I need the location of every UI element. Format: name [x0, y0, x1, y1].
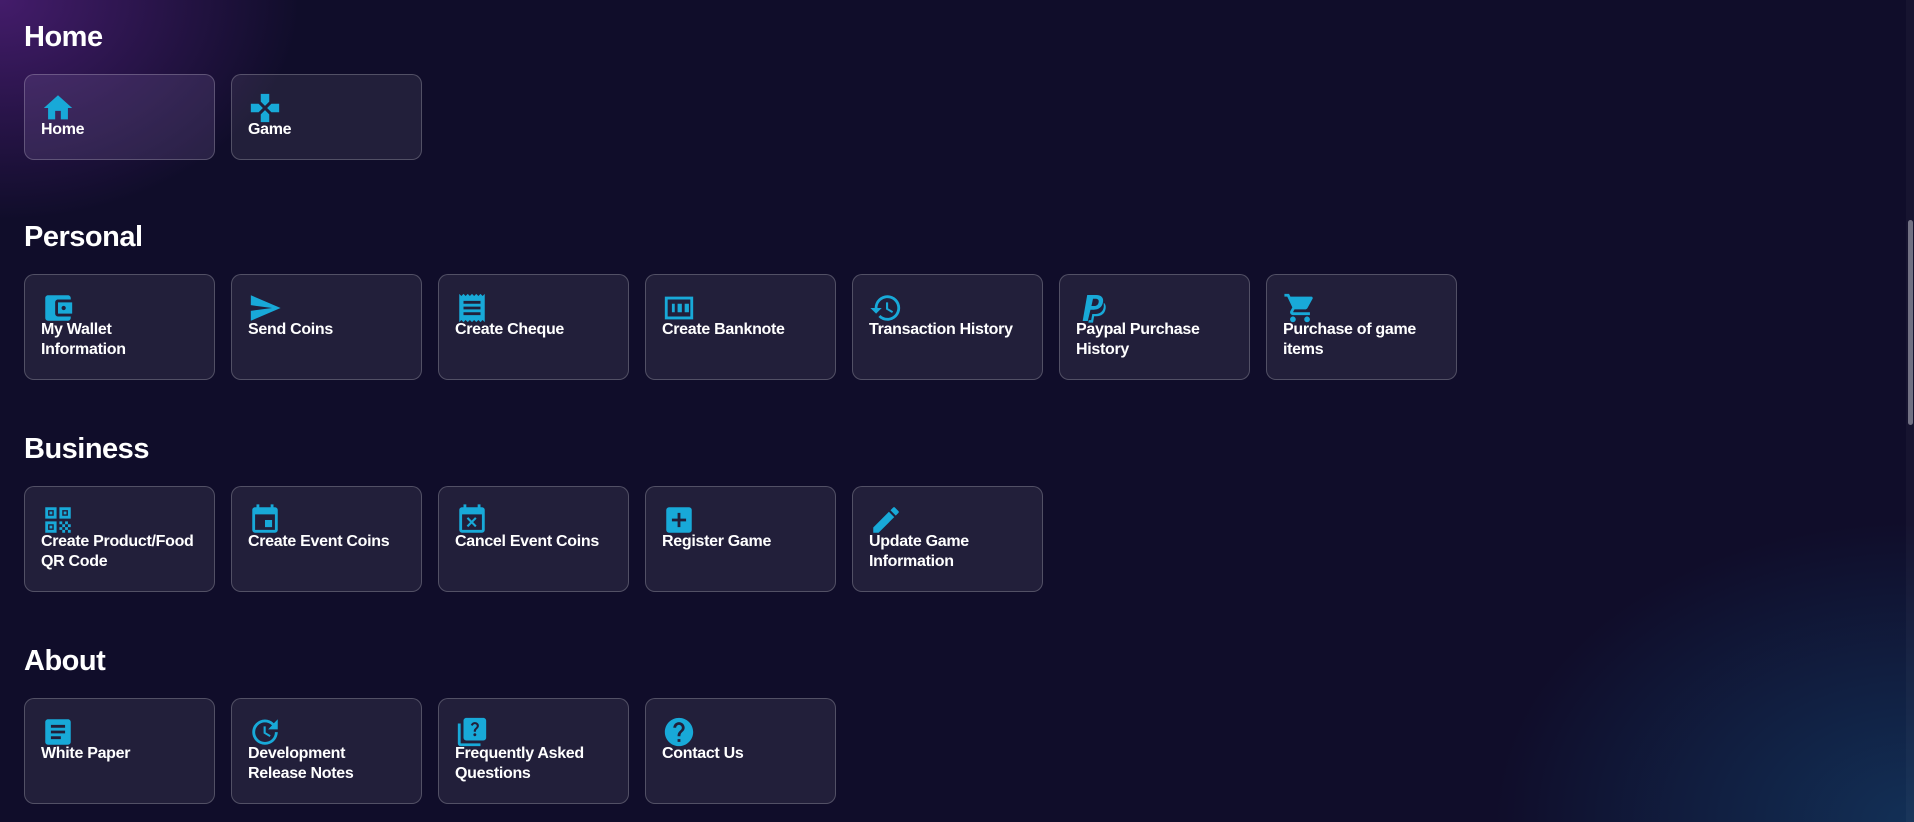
vertical-scrollbar[interactable] [1906, 0, 1914, 822]
menu-page: Home Home Game Personal My Wallet Inform… [24, 0, 1884, 804]
card-paypal-purchase-history[interactable]: Paypal Purchase History [1059, 274, 1250, 380]
cart-icon [1283, 291, 1319, 323]
card-label: Cancel Event Coins [455, 533, 599, 550]
card-grid-business: Create Product/Food QR Code Create Event… [24, 486, 1884, 592]
card-label: Frequently Asked Questions [455, 745, 584, 782]
section-title-about: About [24, 645, 106, 677]
paypal-icon [1076, 291, 1112, 323]
card-label: Transaction History [869, 321, 1013, 338]
plus-box-icon [662, 503, 698, 533]
card-label: Send Coins [248, 321, 334, 338]
card-my-wallet-information[interactable]: My Wallet Information [24, 274, 215, 380]
calendar-icon [248, 503, 284, 533]
qr-code-icon [41, 503, 77, 533]
document-icon [41, 715, 77, 745]
card-create-product-food-qr-code[interactable]: Create Product/Food QR Code [24, 486, 215, 592]
card-create-event-coins[interactable]: Create Event Coins [231, 486, 422, 592]
help-circle-icon [662, 715, 698, 747]
card-label: Register Game [662, 533, 772, 550]
card-grid-home: Home Game [24, 74, 1884, 160]
faq-icon [455, 715, 491, 747]
send-icon [248, 291, 284, 321]
section-title-personal: Personal [24, 221, 143, 253]
section-personal: Personal My Wallet Information Send Coin… [24, 200, 1884, 380]
card-create-cheque[interactable]: Create Cheque [438, 274, 629, 380]
card-label: Create Banknote [662, 321, 785, 338]
card-label: Create Event Coins [248, 533, 390, 550]
card-purchase-of-game-items[interactable]: Purchase of game items [1266, 274, 1457, 380]
card-grid-personal: My Wallet Information Send Coins Create … [24, 274, 1884, 380]
wallet-icon [41, 291, 77, 321]
card-grid-about: White Paper Development Release Notes Fr… [24, 698, 1884, 804]
section-title-home: Home [24, 21, 103, 53]
card-label: Create Cheque [455, 321, 565, 338]
card-send-coins[interactable]: Send Coins [231, 274, 422, 380]
receipt-icon [455, 291, 491, 323]
card-label: Purchase of game items [1283, 321, 1417, 358]
card-label: Create Product/Food QR Code [41, 533, 194, 570]
card-label: Contact Us [662, 745, 744, 762]
section-title-business: Business [24, 433, 149, 465]
card-update-game-information[interactable]: Update Game Information [852, 486, 1043, 592]
update-icon [248, 715, 284, 745]
banknote-icon [662, 291, 698, 321]
gamepad-icon [248, 91, 284, 123]
card-register-game[interactable]: Register Game [645, 486, 836, 592]
section-business: Business Create Product/Food QR Code Cre… [24, 412, 1884, 592]
scrollbar-thumb[interactable] [1908, 220, 1913, 425]
card-white-paper[interactable]: White Paper [24, 698, 215, 804]
card-development-release-notes[interactable]: Development Release Notes [231, 698, 422, 804]
card-transaction-history[interactable]: Transaction History [852, 274, 1043, 380]
card-label: Development Release Notes [248, 745, 354, 782]
card-contact-us[interactable]: Contact Us [645, 698, 836, 804]
card-game[interactable]: Game [231, 74, 422, 160]
home-icon [41, 91, 77, 121]
section-home: Home Home Game [24, 0, 1884, 160]
history-icon [869, 291, 905, 321]
calendar-cancel-icon [455, 503, 491, 533]
card-frequently-asked-questions[interactable]: Frequently Asked Questions [438, 698, 629, 804]
pencil-icon [869, 503, 905, 533]
card-label: Paypal Purchase History [1076, 321, 1200, 358]
card-label: White Paper [41, 745, 131, 762]
card-home[interactable]: Home [24, 74, 215, 160]
card-label: Home [41, 121, 85, 138]
card-cancel-event-coins[interactable]: Cancel Event Coins [438, 486, 629, 592]
section-about: About White Paper Development Release No… [24, 624, 1884, 804]
card-create-banknote[interactable]: Create Banknote [645, 274, 836, 380]
card-label: Update Game Information [869, 533, 969, 570]
card-label: My Wallet Information [41, 321, 126, 358]
card-label: Game [248, 121, 292, 138]
